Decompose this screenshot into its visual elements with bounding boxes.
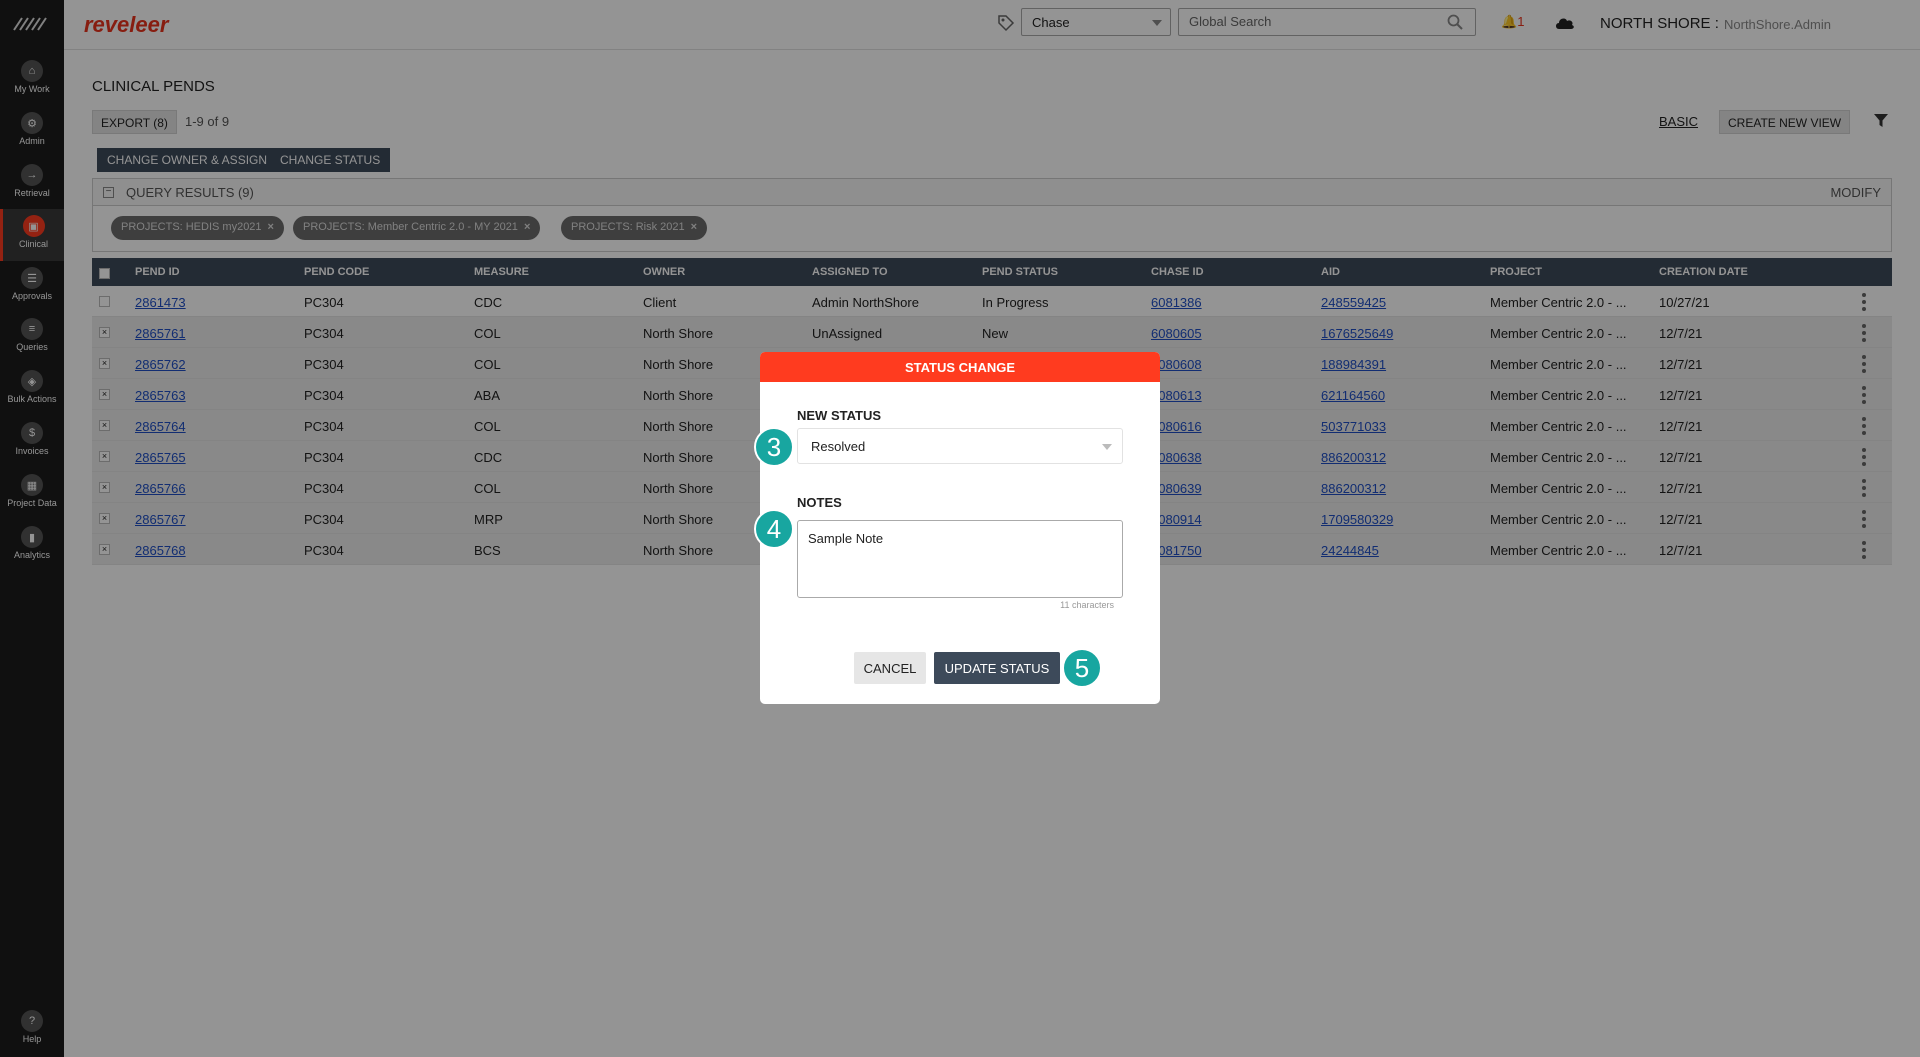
new-status-select[interactable]: Resolved <box>797 428 1123 464</box>
step-badge-5: 5 <box>1062 648 1102 688</box>
update-status-button[interactable]: UPDATE STATUS <box>934 652 1060 684</box>
notes-label: NOTES <box>797 495 842 510</box>
step-badge-4: 4 <box>754 509 794 549</box>
cancel-button[interactable]: CANCEL <box>854 652 926 684</box>
new-status-label: NEW STATUS <box>797 408 882 423</box>
chevron-down-icon <box>1102 444 1112 450</box>
dialog-title: STATUS CHANGE <box>760 352 1160 382</box>
step-badge-3: 3 <box>754 427 794 467</box>
status-change-dialog: STATUS CHANGE NEW STATUS Resolved NOTES … <box>760 352 1160 704</box>
notes-textarea[interactable]: Sample Note <box>797 520 1123 598</box>
character-count: 11 characters <box>1060 600 1114 610</box>
status-select-value: Resolved <box>811 439 866 454</box>
